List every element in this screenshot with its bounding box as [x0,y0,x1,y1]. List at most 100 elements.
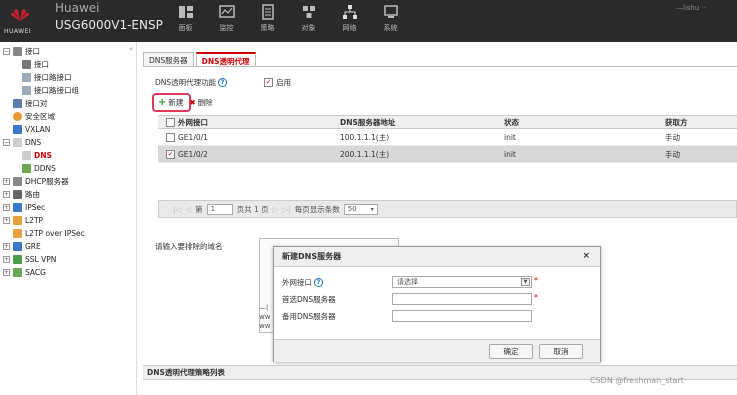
sidebar-item-bridge[interactable]: 接口路接口 [22,72,72,83]
sidebar-item-ipsec[interactable]: + IPSec [3,202,45,213]
tab-bar: DNS服务器 DNS透明代理 [143,52,258,66]
chevron-down-icon: ▼ [521,278,530,286]
first-page-icon[interactable]: |◁ [173,205,181,214]
nav-label: 对象 [301,24,316,32]
sidebar-item-l2tp-ipsec[interactable]: L2TP over IPSec [13,228,85,239]
proxy-table: ✓ 外网接口 DNS服务器地址 状态 获取方 ✓ GE1/0/1 100.1.1… [158,115,737,163]
delete-button[interactable]: ✖ 删除 [186,96,215,109]
table-row[interactable]: ✓ GE1/0/2 200.1.1.1(主) init 手动 [158,146,737,163]
sidebar-item-security-zone[interactable]: 安全区域 [13,111,55,122]
nav-network[interactable]: 网络 [329,4,370,38]
close-icon[interactable]: × [582,251,590,261]
expand-icon[interactable]: + [3,217,10,224]
cell-iface: GE1/0/1 [178,132,208,142]
col-dns[interactable]: DNS服务器地址 [340,116,395,128]
cell-mode: 手动 [665,132,680,142]
sidebar-item-route[interactable]: + 路由 [3,189,40,200]
sidebar-item-bridge-group[interactable]: 接口路接口组 [22,85,79,96]
sidebar-item-sslvpn[interactable]: + SSL VPN [3,254,56,265]
sidebar-item-interface-pair[interactable]: 接口对 [13,98,48,109]
tab-dns-transparent-proxy[interactable]: DNS透明代理 [195,52,256,66]
per-page-select[interactable]: 50 ▾ [343,203,378,215]
tab-dns-server[interactable]: DNS服务器 [143,52,194,66]
row-checkbox[interactable]: ✓ [166,129,175,145]
sidebar-item-label: DNS [25,138,42,147]
nav-policy[interactable]: 策略 [247,4,288,38]
page-total: 页共 1 页 [236,204,269,214]
expand-icon[interactable]: + [3,191,10,198]
expand-icon[interactable]: + [3,269,10,276]
cancel-button[interactable]: 取消 [539,344,583,359]
pager: |◁ ◁ 第 1 页共 1 页 ▷ ▷| 每页显示条数 50 ▾ [158,200,737,218]
nav-label: 面板 [178,24,193,32]
enable-label: DNS透明代理功能 [155,78,217,87]
secondary-dns-input[interactable] [392,310,532,322]
wan-interface-label-text: 外网接口 [282,278,312,287]
new-button[interactable]: + 新建 [155,96,186,109]
expand-icon[interactable]: − [3,48,10,55]
enable-checkbox-box[interactable]: ✓ [264,78,273,87]
expand-icon[interactable]: + [3,243,10,250]
dns-icon [22,151,31,160]
col-status[interactable]: 状态 [504,116,519,128]
cell-dns: 200.1.1.1(主) [340,149,390,159]
wan-interface-select[interactable]: 请选择 ▼ [392,276,532,288]
network-icon [342,5,357,19]
row-checkbox[interactable]: ✓ [166,146,175,162]
next-page-icon[interactable]: ▷ [273,205,279,214]
user-info[interactable]: —lishu ·· [676,4,706,12]
dialog-title-bar[interactable]: 新建DNS服务器 × [274,247,600,267]
help-icon[interactable]: ? [314,278,323,287]
sidebar-item-gre[interactable]: + GRE [3,241,41,252]
device-model: USG6000V1-ENSP [55,18,163,32]
sidebar-item-dhcp[interactable]: + DHCP服务器 [3,176,69,187]
chevron-down-icon: ▾ [370,205,374,213]
sidebar-item-label: 接口 [34,60,49,69]
sidebar-item-dns[interactable]: DNS [22,150,52,161]
cell-status: init [504,132,516,142]
exclude-domain-label: 请输入要排除的域名 [155,242,223,251]
sidebar-item-ddns[interactable]: DDNS [22,163,56,174]
nav-label: 系统 [383,24,398,32]
help-icon[interactable]: ? [218,78,228,87]
sidebar-item-interface-group[interactable]: − 接口 [3,46,40,57]
watermark: CSDN @freshman_start [590,376,684,385]
last-page-icon[interactable]: ▷| [282,205,290,214]
expand-icon[interactable]: − [3,139,10,146]
prev-page-icon[interactable]: ◁ [185,205,191,214]
main-nav: 面板 监控 策略 对象 网络 系统 [165,4,411,38]
dialog-footer: 确定 取消 [274,339,600,362]
sidebar-item-vxlan[interactable]: VXLAN [13,124,50,135]
nav-system[interactable]: 系统 [370,4,411,38]
brand-sub-text: HUAWEI [4,28,32,35]
expand-icon[interactable]: + [3,204,10,211]
expand-icon[interactable]: + [3,178,10,185]
nav-label: 网络 [342,24,357,32]
collapse-sidebar-icon[interactable]: « [129,45,133,53]
table-header: ✓ 外网接口 DNS服务器地址 状态 获取方 [158,115,737,129]
col-mode[interactable]: 获取方 [665,116,688,128]
select-all-checkbox[interactable]: ✓ [166,116,175,128]
new-dns-server-dialog: 新建DNS服务器 × 外网接口 ? 请选择 ▼ * 首选DNS服务器 * 备用D… [273,246,601,362]
sidebar: « − 接口 接口 接口路接口 接口路接口组 接口对 安全区域 VXLAN − … [0,42,137,395]
sidebar-item-l2tp[interactable]: + L2TP [3,215,43,226]
background-fragment: ww [259,322,271,330]
nav-object[interactable]: 对象 [288,4,329,38]
table-row[interactable]: ✓ GE1/0/1 100.1.1.1(主) init 手动 [158,129,737,146]
ipsec-icon [13,203,22,212]
expand-icon[interactable]: + [3,256,10,263]
col-iface[interactable]: 外网接口 [178,116,208,128]
sidebar-item-interface[interactable]: 接口 [22,59,49,70]
nav-monitor[interactable]: 监控 [206,4,247,38]
page-prefix: 第 [195,204,203,214]
ok-button[interactable]: 确定 [489,344,533,359]
sidebar-item-sacg[interactable]: + SACG [3,267,46,278]
page-number-input[interactable]: 1 [206,203,233,215]
cell-mode: 手动 [665,149,680,159]
sidebar-item-dns-group[interactable]: − DNS [3,137,41,148]
sidebar-item-label: 接口对 [25,99,48,108]
primary-dns-input[interactable] [392,293,532,305]
enable-checkbox[interactable]: ✓ 启用 [264,77,291,88]
background-fragment: ww [259,313,271,321]
nav-dashboard[interactable]: 面板 [165,4,206,38]
